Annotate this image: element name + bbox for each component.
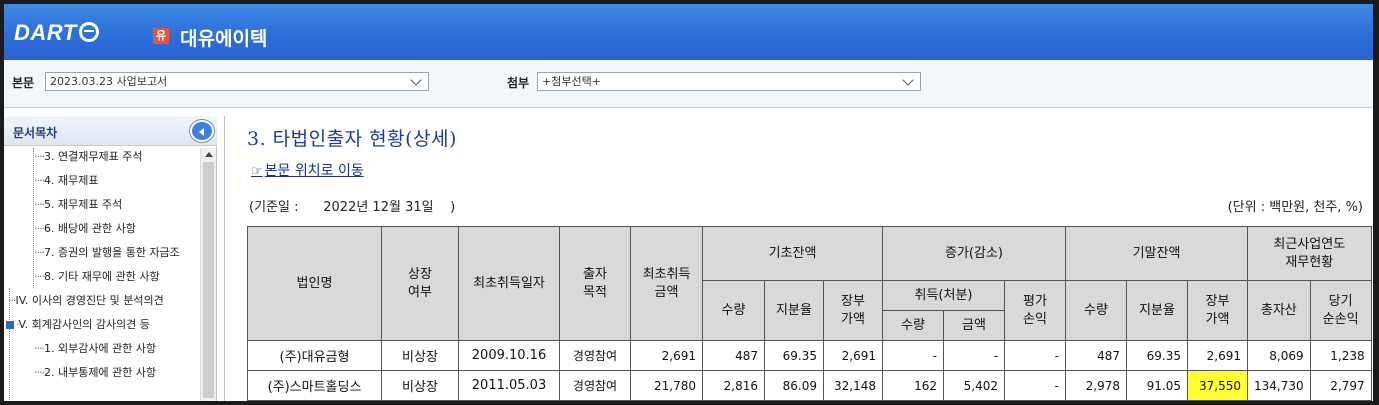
col-b-book: 장부 가액: [823, 280, 883, 341]
cell-date: 2011.05.03: [458, 370, 560, 401]
col-ending: 기말잔액: [1065, 226, 1248, 281]
document-content: 3. 타법인출자 현황(상세) ☞ 본문 위치로 이동 (기준일 : 2022년 …: [224, 116, 1373, 401]
cell-purpose: 경영참여: [559, 370, 631, 401]
table-row: (주)대유금형 비상장 2009.10.16 경영참여 2,691 487 69…: [247, 340, 1372, 371]
main-doc-value: 2023.03.23 사업보고서: [50, 75, 168, 88]
toc-item[interactable]: ····7. 증권의 발행을 통한 자금조: [34, 245, 180, 261]
col-acq-amt: 금액: [943, 310, 1005, 341]
toc-sidebar: 문서목차 ····3. 연결재무제표 주석 ····4. 재무제표 ····5.…: [4, 116, 217, 401]
col-income: 당기 순손익: [1309, 280, 1372, 341]
table-header-row: 법인명 상장 여부 최초취득일자 출자 목적 최초취득 금액 기초잔액 증가(감…: [247, 226, 1372, 341]
cell-assets: 8,069: [1247, 340, 1311, 371]
section-title: 3. 타법인출자 현황(상세): [247, 128, 457, 150]
toc-item[interactable]: ····4. 재무제표: [34, 173, 98, 189]
toc-header: 문서목차: [4, 116, 217, 146]
cell-b-share: 69.35: [764, 340, 824, 371]
col-e-qty: 수량: [1065, 280, 1127, 341]
chevron-down-icon: [902, 74, 914, 86]
col-change: 증가(감소): [882, 226, 1066, 281]
toc-item[interactable]: ····5. 재무제표 주석: [34, 197, 122, 213]
col-assets: 총자산: [1247, 280, 1311, 341]
globe-icon: [78, 22, 99, 42]
cell-assets: 134,730: [1247, 370, 1311, 401]
cell-b-book: 32,148: [823, 370, 883, 401]
col-e-share: 지분율: [1126, 280, 1188, 341]
cell-income: 2,797: [1309, 370, 1372, 401]
cell-first-amount: 21,780: [630, 370, 703, 401]
cell-first-amount: 2,691: [630, 340, 703, 371]
attach-select[interactable]: +첨부선택+: [537, 72, 921, 91]
cell-name: (주)대유금형: [247, 340, 382, 371]
col-listed: 상장 여부: [381, 226, 459, 341]
cell-c-amt: -: [943, 340, 1005, 371]
scroll-thumb[interactable]: [203, 162, 214, 398]
cell-name: (주)스마트홀딩스: [247, 370, 382, 401]
main-doc-select[interactable]: 2023.03.23 사업보고서: [45, 72, 429, 91]
top-header: DART 유 대유에이텍: [4, 4, 1373, 60]
app-window: DART 유 대유에이텍 본문 2023.03.23 사업보고서 첨부 +첨부선…: [4, 4, 1373, 401]
col-e-book: 장부 가액: [1187, 280, 1248, 341]
table-row: (주)스마트홀딩스 비상장 2011.05.03 경영참여 21,780 2,8…: [247, 370, 1372, 401]
dart-logo[interactable]: DART: [14, 20, 99, 46]
col-eval: 평가 손익: [1004, 280, 1066, 341]
toc-tree: ····3. 연결재무제표 주석 ····4. 재무제표 ····5. 재무제표…: [4, 148, 200, 401]
cell-b-share: 86.09: [764, 370, 824, 401]
cell-income: 1,238: [1309, 340, 1372, 371]
chevron-down-icon: [410, 74, 422, 86]
company-badge: 유: [153, 28, 169, 44]
logo-text: DART: [14, 20, 77, 45]
cell-e-book: 2,691: [1187, 340, 1248, 371]
cell-c-eval: -: [1004, 340, 1066, 371]
scroll-up-arrow-icon[interactable]: [205, 152, 213, 157]
col-b-qty: 수량: [702, 280, 765, 341]
col-b-share: 지분율: [764, 280, 824, 341]
toc-item-expanded[interactable]: ·V. 회계감사인의 감사의견 등: [6, 317, 150, 333]
attach-value: +첨부선택+: [542, 75, 601, 88]
toc-item[interactable]: ····1. 외부감사에 관한 사항: [34, 341, 156, 357]
toc-scrollbar[interactable]: [200, 148, 216, 401]
expand-icon[interactable]: [6, 321, 14, 329]
cell-e-share: 69.35: [1126, 340, 1188, 371]
cell-b-book: 2,691: [823, 340, 883, 371]
cell-purpose: 경영참여: [559, 340, 631, 371]
toc-item[interactable]: ····6. 배당에 관한 사항: [34, 221, 136, 237]
toc-item[interactable]: ···IV. 이사의 경영진단 및 분석의견: [8, 293, 164, 309]
col-first-amount: 최초취득 금액: [630, 226, 703, 341]
col-acq: 취득(처분): [882, 280, 1005, 311]
cell-listed: 비상장: [381, 340, 459, 371]
cell-c-amt: 5,402: [943, 370, 1005, 401]
investment-table: 법인명 상장 여부 최초취득일자 출자 목적 최초취득 금액 기초잔액 증가(감…: [247, 226, 1372, 401]
cell-c-eval: -: [1004, 370, 1066, 401]
cell-c-qty: -: [882, 340, 944, 371]
document-selector-bar: 본문 2023.03.23 사업보고서 첨부 +첨부선택+: [4, 60, 1373, 108]
toc-title: 문서목차: [13, 126, 58, 140]
cell-e-share: 91.05: [1126, 370, 1188, 401]
cell-e-book-highlighted: 37,550: [1187, 370, 1248, 401]
toc-item[interactable]: ····2. 내부통제에 관한 사항: [34, 365, 156, 381]
cell-c-qty: 162: [882, 370, 944, 401]
cell-e-qty: 487: [1065, 340, 1127, 371]
col-first-date: 최초취득일자: [458, 226, 560, 341]
company-name: 대유에이텍: [180, 28, 268, 50]
col-corp-name: 법인명: [247, 226, 382, 341]
cell-date: 2009.10.16: [458, 340, 560, 371]
toc-item[interactable]: ····8. 기타 재무에 관한 사항: [34, 269, 160, 285]
back-to-main-link[interactable]: ☞ 본문 위치로 이동: [251, 160, 364, 180]
col-purpose: 출자 목적: [559, 226, 631, 341]
cell-listed: 비상장: [381, 370, 459, 401]
attach-label: 첨부: [507, 76, 530, 90]
cell-b-qty: 487: [702, 340, 765, 371]
unit-note: (단위 : 백만원, 천주, %): [1227, 200, 1363, 215]
col-beginning: 기초잔액: [702, 226, 883, 281]
cell-b-qty: 2,816: [702, 370, 765, 401]
collapse-sidebar-button[interactable]: [190, 120, 214, 142]
pointing-hand-icon: ☞: [251, 164, 263, 179]
base-date: (기준일 : 2022년 12월 31일 ): [249, 200, 456, 215]
main-doc-label: 본문: [12, 76, 35, 90]
col-recent: 최근사업연도 재무현황: [1247, 226, 1372, 281]
cell-e-qty: 2,978: [1065, 370, 1127, 401]
col-acq-qty: 수량: [882, 310, 944, 341]
tree-guide-line: [33, 148, 34, 288]
toc-item[interactable]: ····3. 연결재무제표 주석: [34, 149, 142, 165]
